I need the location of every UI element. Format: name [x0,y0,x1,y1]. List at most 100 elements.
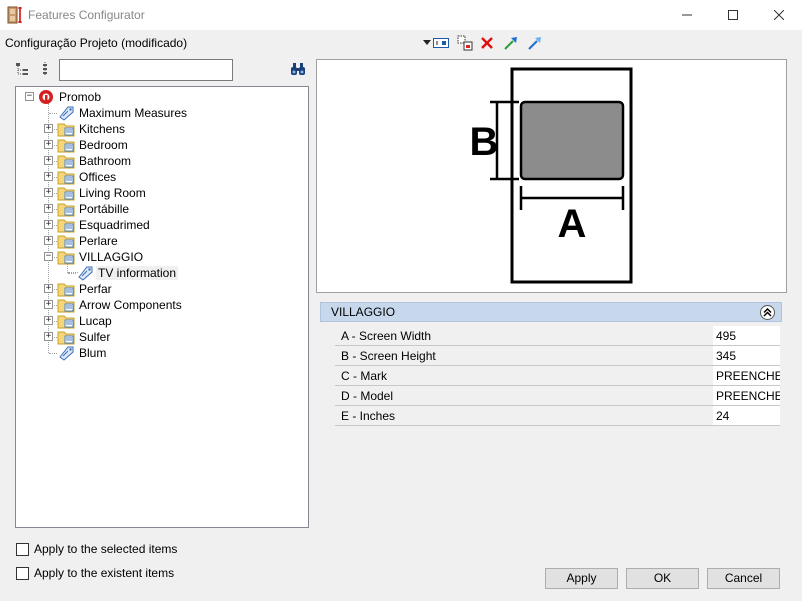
configuration-label: Configuração Projeto (modificado) [5,36,188,50]
folder-icon [57,139,75,153]
property-value[interactable]: 24 [713,406,780,426]
folder-icon [57,171,75,185]
tree-expand-toggle[interactable]: + [44,316,53,325]
tree-expand-toggle[interactable]: + [44,172,53,181]
tree-expand-toggle[interactable]: − [44,252,53,261]
properties-group-title: VILLAGGIO [331,305,396,319]
tree-item-bathroom[interactable]: Bathroom [57,153,133,169]
tree-item-perfar[interactable]: Perfar [57,281,114,297]
tree-connector [49,113,57,114]
tree-item-arrow-components[interactable]: Arrow Components [57,297,184,313]
feature-tree[interactable]: − Promob Maximum Measures + Kitchens + Bedro… [15,86,309,528]
tree-item-blum[interactable]: Blum [57,345,108,361]
tree-item-lucap[interactable]: Lucap [57,313,114,329]
tree-item-label: Promob [59,90,102,104]
tree-expand-toggle[interactable]: + [44,204,53,213]
folder-icon [57,315,75,329]
apply-selected-checkbox[interactable]: Apply to the selected items [16,542,177,556]
import-configuration-button[interactable] [502,34,520,52]
property-row-screen-height: B - Screen Height 345 [335,346,780,366]
tree-item-esquadrimed[interactable]: Esquadrimed [57,217,152,233]
minimize-button[interactable] [664,0,710,30]
tree-item-port-bille[interactable]: Portábille [57,201,131,217]
cancel-button[interactable]: Cancel [707,568,780,589]
tree-item-label: Kitchens [79,122,126,136]
tree-item-tv-information[interactable]: TV information [76,265,179,281]
tree-item-promob[interactable]: Promob [37,89,103,105]
list-view-button[interactable] [36,60,54,78]
tree-item-living-room[interactable]: Living Room [57,185,148,201]
apply-selected-label: Apply to the selected items [34,542,178,556]
double-chevron-up-icon [763,308,772,317]
feature-tag-icon [59,346,74,361]
edit-configuration-button[interactable] [432,34,450,52]
tree-expand-toggle[interactable]: + [44,220,53,229]
checkbox-box[interactable] [16,566,29,580]
copy-configuration-button[interactable] [456,34,474,52]
close-icon [774,10,784,20]
property-value[interactable]: 495 [713,326,780,346]
minimize-icon [682,14,692,16]
list-view-icon [43,62,47,76]
tree-item-label: Sulfer [79,330,111,344]
tree-expand-toggle[interactable]: + [44,188,53,197]
property-row-mark: C - Mark PREENCHER [335,366,780,386]
tree-item-label: Esquadrimed [79,218,150,232]
folder-icon [57,155,75,169]
checkbox-box[interactable] [16,542,29,556]
dimension-preview: B A [316,59,787,293]
dimension-label-b: B [470,120,499,164]
window-title: Features Configurator [28,8,145,22]
tree-item-kitchens[interactable]: Kitchens [57,121,127,137]
collapse-group-button[interactable] [760,305,775,320]
property-value[interactable]: PREENCHER [713,366,780,386]
tree-item-bedroom[interactable]: Bedroom [57,137,130,153]
apply-existent-checkbox[interactable]: Apply to the existent items [16,566,174,580]
delete-configuration-button[interactable] [478,34,496,52]
tree-item-label: Living Room [79,186,146,200]
textbox-icon [433,38,449,48]
apply-button[interactable]: Apply [545,568,618,589]
expand-tree-button[interactable] [14,60,32,78]
tree-expand-toggle[interactable]: + [44,284,53,293]
app-icon [7,6,22,24]
maximize-button[interactable] [710,0,756,30]
property-row-model: D - Model PREENCHER [335,386,780,406]
folder-icon [57,203,75,217]
folder-icon [57,123,75,137]
property-name: A - Screen Width [335,326,713,346]
tree-item-label: Offices [79,170,117,184]
property-name: D - Model [335,386,713,406]
tree-expand-toggle[interactable]: + [44,124,53,133]
close-button[interactable] [756,0,802,30]
tree-collapse-toggle[interactable]: − [25,92,34,101]
delete-icon [481,37,493,49]
tree-item-label: Blum [79,346,107,360]
properties-group-header[interactable]: VILLAGGIO [320,302,782,322]
tree-expand-toggle[interactable]: + [44,332,53,341]
tree-expand-toggle[interactable]: + [44,236,53,245]
tree-item-maximum-measures[interactable]: Maximum Measures [57,105,189,121]
binoculars-icon[interactable] [290,61,306,77]
search-input[interactable] [59,59,233,81]
tree-item-label: Perlare [79,234,118,248]
tv-dimension-diagram: B A [470,67,633,284]
export-icon [528,37,541,50]
tree-item-villaggio[interactable]: VILLAGGIO [57,249,145,265]
export-configuration-button[interactable] [526,34,544,52]
tree-item-perlare[interactable]: Perlare [57,233,120,249]
folder-icon [57,331,75,345]
tree-item-sulfer[interactable]: Sulfer [57,329,112,345]
tree-item-label: VILLAGGIO [79,250,144,264]
ok-button[interactable]: OK [626,568,699,589]
tree-expand-toggle[interactable]: + [44,140,53,149]
tree-expand-toggle[interactable]: + [44,156,53,165]
property-value[interactable]: 345 [713,346,780,366]
property-value[interactable]: PREENCHER [713,386,780,406]
folder-icon [57,283,75,297]
tree-expand-toggle[interactable]: + [44,300,53,309]
property-row-screen-width: A - Screen Width 495 [335,326,780,346]
tree-item-offices[interactable]: Offices [57,169,118,185]
tree-item-label: Lucap [79,314,112,328]
tree-item-label: Bathroom [79,154,132,168]
